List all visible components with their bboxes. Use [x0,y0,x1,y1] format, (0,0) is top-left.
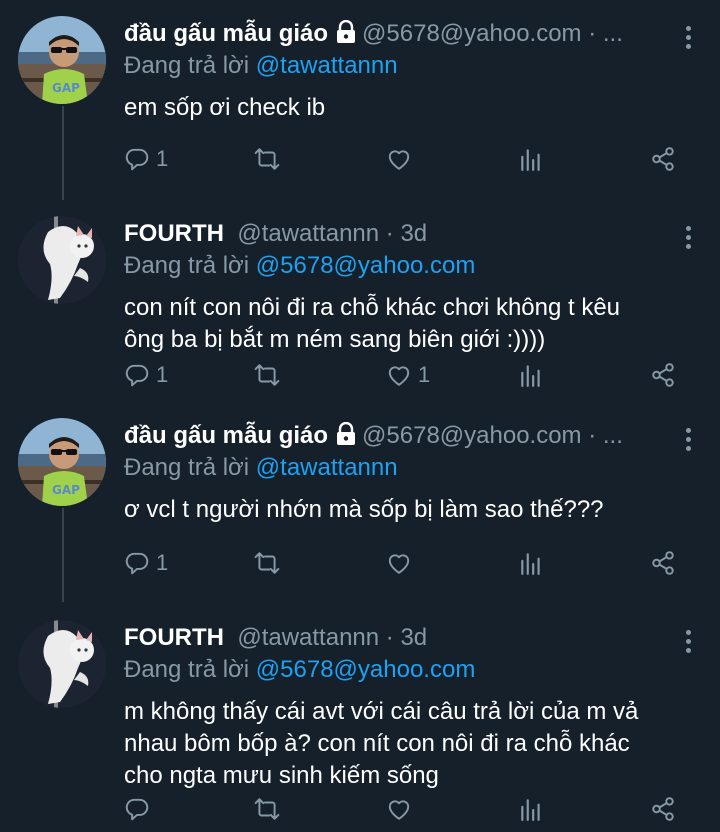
analytics-icon [521,799,540,821]
share-icon [652,797,674,821]
like-icon [388,800,410,820]
analytics-icon [521,149,540,171]
retweet-icon [254,148,280,170]
reply-mention[interactable]: @tawattannn [256,454,398,481]
tweet[interactable]: FOURTH @tawattannn · 3d Đang trả lời @56… [0,200,720,402]
analytics-button[interactable] [518,360,544,390]
svg-text:GAP: GAP [52,483,80,497]
avatar-cat[interactable] [18,216,106,304]
like-button[interactable] [386,794,418,824]
action-bar [124,794,684,824]
reply-context: Đang trả lời @5678@yahoo.com [124,654,475,686]
tweet[interactable]: GAP đầu gấu mẫu giáo @5678@yahoo.com · ..… [0,402,720,604]
like-button[interactable]: 1 [386,360,430,390]
avatar-boy[interactable]: GAP [18,418,106,506]
reply-button[interactable]: 1 [124,548,168,578]
retweet-button[interactable] [254,548,286,578]
share-icon [652,363,674,387]
reply-prefix: Đang trả lời [124,656,256,683]
display-name[interactable]: đầu gấu mẫu giáo [124,20,328,47]
like-button[interactable] [386,548,418,578]
reply-context: Đang trả lời @tawattannn [124,452,398,484]
retweet-icon [254,364,280,386]
avatar-cat-image [18,216,106,304]
reply-icon [125,798,149,821]
tweet-text: m không thấy cái avt với cái câu trả lời… [124,698,639,789]
handle[interactable]: @tawattannn · 3d [237,624,427,651]
action-bar: 1 1 [124,360,684,390]
tweet-text: em sốp ơi check ib [124,94,326,121]
retweet-button[interactable] [254,794,286,824]
avatar-boy-image: GAP [18,16,106,104]
action-bar: 1 [124,144,684,174]
like-icon [388,366,410,386]
handle[interactable]: @tawattannn · 3d [237,220,427,247]
like-icon [388,150,410,170]
reply-icon [125,552,149,575]
reply-prefix: Đang trả lời [124,52,256,79]
reply-mention[interactable]: @5678@yahoo.com [256,252,476,279]
analytics-button[interactable] [518,548,544,578]
reply-count: 1 [156,550,169,575]
reply-count: 1 [156,362,169,387]
lock-icon [334,421,358,452]
avatar-boy-image: GAP [18,418,106,506]
reply-prefix: Đang trả lời [124,454,256,481]
retweet-icon [254,552,280,574]
tweet-header: đầu gấu mẫu giáo @5678@yahoo.com · ... [124,18,660,50]
tweet-text: ơ vcl t người nhớn mà sốp bị làm sao thế… [124,496,604,523]
reply-prefix: Đang trả lời [124,252,256,279]
tweet[interactable]: FOURTH @tawattannn · 3d Đang trả lời @56… [0,604,720,832]
display-name[interactable]: FOURTH [124,220,224,247]
reply-mention[interactable]: @5678@yahoo.com [256,656,476,683]
tweet[interactable]: GAP đầu gấu mẫu giáo @5678@yahoo.com · ..… [0,0,720,200]
handle[interactable]: @5678@yahoo.com · ... [362,20,623,47]
retweet-icon [254,798,280,820]
share-button[interactable] [650,144,676,174]
like-icon [388,554,410,574]
like-button[interactable] [386,144,418,174]
reply-context: Đang trả lời @5678@yahoo.com [124,250,475,282]
lock-icon [334,19,358,50]
reply-context: Đang trả lời @tawattannn [124,50,398,82]
more-icon[interactable] [684,226,692,250]
avatar-cat-image [18,620,106,708]
reply-icon [125,148,149,171]
share-icon [652,551,674,575]
more-icon[interactable] [684,428,692,452]
action-bar: 1 [124,548,684,578]
share-button[interactable] [650,794,676,824]
handle[interactable]: @5678@yahoo.com · ... [362,422,623,449]
more-icon[interactable] [684,26,692,50]
analytics-icon [521,553,540,575]
share-button[interactable] [650,548,676,578]
tweet-header: đầu gấu mẫu giáo @5678@yahoo.com · ... [124,420,660,452]
analytics-button[interactable] [518,794,544,824]
more-icon[interactable] [684,630,692,654]
tweet-text: con nít con nôi đi ra chỗ khác chơi khôn… [124,294,621,353]
tweet-header: FOURTH @tawattannn · 3d [124,218,660,250]
avatar-boy[interactable]: GAP [18,16,106,104]
reply-icon [125,364,149,387]
avatar-cat[interactable] [18,620,106,708]
reply-button[interactable]: 1 [124,360,168,390]
display-name[interactable]: FOURTH [124,624,224,651]
reply-button[interactable]: 1 [124,144,168,174]
retweet-button[interactable] [254,144,286,174]
display-name[interactable]: đầu gấu mẫu giáo [124,422,328,449]
share-button[interactable] [650,360,676,390]
analytics-button[interactable] [518,144,544,174]
share-icon [652,147,674,171]
svg-text:GAP: GAP [52,81,80,95]
tweet-header: FOURTH @tawattannn · 3d [124,622,660,654]
analytics-icon [521,365,540,387]
reply-button[interactable] [124,794,156,824]
reply-mention[interactable]: @tawattannn [256,52,398,79]
like-count: 1 [418,362,431,387]
retweet-button[interactable] [254,360,286,390]
reply-count: 1 [156,146,169,171]
